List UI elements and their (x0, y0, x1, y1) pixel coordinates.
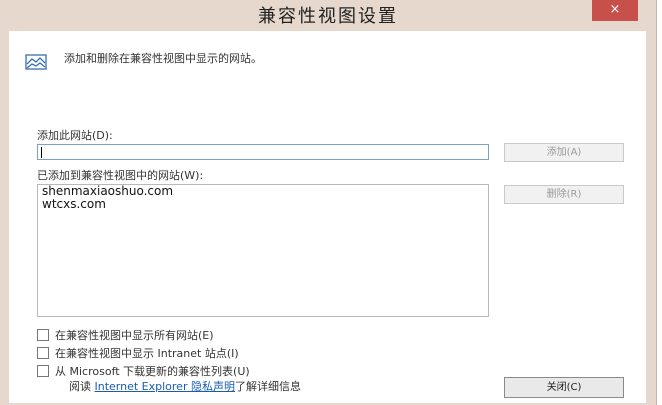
add-site-input[interactable] (37, 144, 489, 160)
show-intranet-option[interactable]: 在兼容性视图中显示 Intranet 站点(I) (37, 345, 239, 360)
list-item[interactable]: wtcxs.com (38, 198, 488, 211)
sites-list-label: 已添加到兼容性视图中的网站(W): (37, 169, 204, 182)
add-site-label: 添加此网站(D): (37, 129, 113, 142)
privacy-line: 阅读 Internet Explorer 隐私声明了解详细信息 (69, 378, 301, 394)
sites-list[interactable]: shenmaxiaoshuo.com wtcxs.com (37, 184, 489, 317)
privacy-prefix: 阅读 (69, 380, 91, 393)
show-intranet-checkbox[interactable] (37, 347, 49, 359)
intro-text: 添加和删除在兼容性视图中显示的网站。 (64, 52, 262, 65)
dialog-panel: 添加和删除在兼容性视图中显示的网站。 添加此网站(D): 添加(A) 已添加到兼… (9, 31, 646, 403)
dialog-title: 兼容性视图设置 (258, 6, 398, 27)
show-intranet-label: 在兼容性视图中显示 Intranet 站点(I) (55, 347, 239, 360)
compatibility-view-icon (25, 54, 47, 70)
download-list-label: 从 Microsoft 下载更新的兼容性列表(U) (55, 365, 250, 378)
dialog-window: 兼容性视图设置 × 添加和删除在兼容性视图中显示的网站。 添加此网站(D): 添… (0, 0, 657, 405)
close-icon[interactable]: × (592, 0, 638, 21)
remove-button[interactable]: 删除(R) (504, 185, 624, 204)
show-all-sites-label: 在兼容性视图中显示所有网站(E) (55, 329, 214, 342)
download-list-checkbox[interactable] (37, 365, 49, 377)
title-bar[interactable]: 兼容性视图设置 × (0, 0, 656, 30)
privacy-suffix: 了解详细信息 (234, 380, 301, 393)
show-all-sites-option[interactable]: 在兼容性视图中显示所有网站(E) (37, 327, 214, 342)
download-list-option[interactable]: 从 Microsoft 下载更新的兼容性列表(U) (37, 363, 250, 378)
text-caret (41, 147, 42, 158)
close-button[interactable]: 关闭(C) (504, 377, 624, 398)
show-all-sites-checkbox[interactable] (37, 329, 49, 341)
privacy-statement-link[interactable]: Internet Explorer 隐私声明 (95, 380, 235, 393)
add-button[interactable]: 添加(A) (504, 143, 624, 162)
